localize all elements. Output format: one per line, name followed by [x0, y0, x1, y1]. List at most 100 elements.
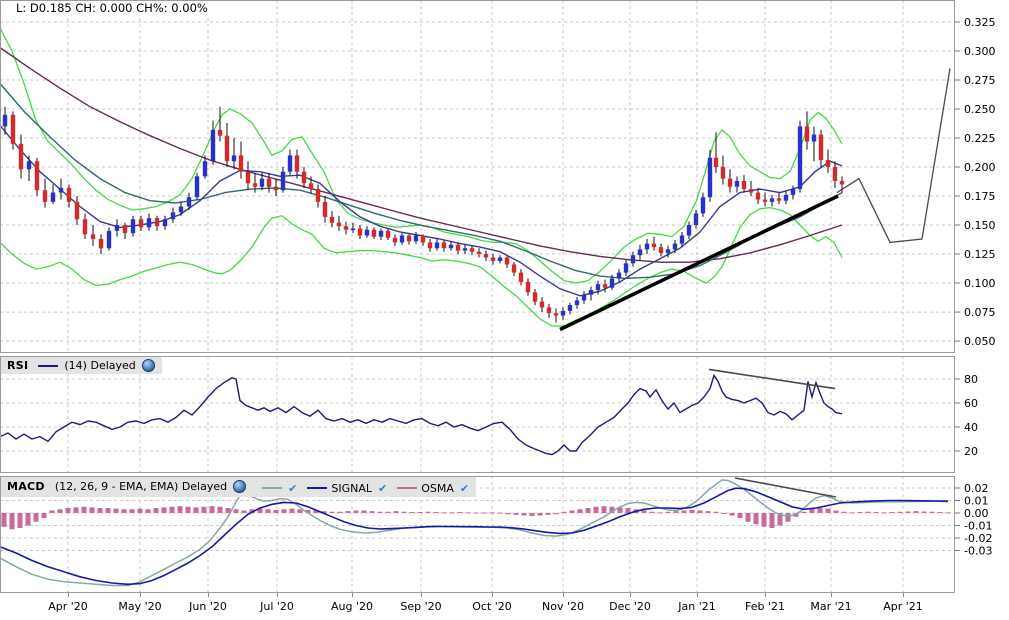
osma-bar [290, 509, 295, 513]
candle-up [187, 197, 191, 206]
rsi-line-swatch [38, 365, 58, 367]
osma-bar [578, 509, 583, 513]
osma-bar [10, 513, 15, 529]
osma-bar [202, 507, 207, 513]
osma-bar [98, 508, 103, 513]
osma-bar [626, 508, 631, 513]
y-axis-tick-label: -0.02 [964, 532, 992, 545]
price-panel: 0.3250.3000.2750.2500.2250.2000.1750.150… [0, 0, 1009, 353]
candle-up [589, 290, 593, 295]
candle-up [260, 179, 264, 187]
x-axis-label: Aug '20 [331, 600, 373, 613]
y-axis-tick-label: 0.300 [964, 45, 996, 58]
osma-bar [786, 513, 791, 522]
candle-down [19, 144, 23, 170]
candle-up [211, 130, 215, 161]
candle-up [701, 197, 705, 213]
candle-down [267, 179, 271, 187]
candle-down [43, 190, 47, 202]
y-axis-tick-label: 0.01 [964, 495, 989, 508]
candle-down [603, 284, 607, 287]
osma-bar [402, 512, 407, 513]
candle-up [171, 212, 175, 219]
rsi-header: RSI (14) Delayed [1, 357, 162, 374]
checkbox-checked-icon[interactable]: ✔ [288, 482, 297, 495]
macd-legend-item: ✔ [262, 482, 297, 495]
legend-line-swatch [397, 487, 417, 489]
osma-bar [338, 512, 343, 513]
rsi-params: (14) Delayed [64, 359, 135, 372]
osma-bar [642, 511, 647, 514]
osma-bar [538, 513, 543, 516]
x-axis-tick [492, 593, 493, 597]
y-axis-tick-label: 0.00 [964, 507, 989, 520]
candle-up [784, 195, 788, 201]
candle-down [316, 189, 320, 202]
candle-down [323, 202, 327, 217]
y-axis-tick-label: 60 [964, 397, 978, 410]
osma-bar [170, 507, 175, 513]
candle-down [218, 130, 222, 136]
osma-bar [362, 511, 367, 514]
candle-up [582, 295, 586, 301]
candle-up [400, 235, 404, 242]
osma-bar [898, 512, 903, 513]
osma-bar [234, 509, 239, 513]
candle-up [351, 229, 355, 231]
x-axis-tick [563, 593, 564, 597]
y-axis-tick-label: 0.275 [964, 74, 996, 87]
osma-bar [658, 512, 663, 513]
checkbox-checked-icon[interactable]: ✔ [460, 482, 469, 495]
candle-up [449, 245, 453, 248]
globe-icon [233, 480, 246, 493]
candle-down [302, 172, 306, 184]
x-axis-label: Jan '21 [678, 600, 715, 613]
macd-title: MACD [7, 480, 45, 493]
checkbox-checked-icon[interactable]: ✔ [378, 482, 387, 495]
candle-down [11, 115, 15, 144]
osma-bar [18, 513, 23, 528]
candle-up [770, 198, 774, 201]
candle-up [3, 115, 7, 127]
candle-down [358, 229, 362, 236]
osma-bar [498, 513, 503, 514]
y-axis-tick-label: -0.03 [964, 545, 992, 558]
candle-up [610, 278, 614, 287]
candle-down [421, 235, 425, 242]
candle-down [491, 258, 495, 261]
osma-bar [194, 507, 199, 513]
y-axis-tick-label: 0.100 [964, 277, 996, 290]
projection-line [837, 68, 950, 242]
osma-bar [130, 509, 135, 513]
candle-down [67, 188, 71, 202]
candle-down [749, 189, 753, 192]
y-axis-tick-label: 0.150 [964, 219, 996, 232]
candle-up [687, 225, 691, 235]
x-axis-label: Oct '20 [472, 600, 512, 613]
x-axis-label: Sep '20 [400, 600, 441, 613]
candle-down [83, 219, 87, 234]
candle-up [195, 176, 199, 197]
osma-bar [826, 509, 831, 513]
osma-bar [762, 513, 767, 527]
y-axis-tick-label: 0.200 [964, 161, 996, 174]
osma-bar [834, 511, 839, 514]
candle-up [281, 172, 285, 191]
osma-bar [330, 512, 335, 513]
candle-down [139, 219, 143, 227]
candle-down [805, 126, 809, 141]
osma-bar [242, 511, 247, 514]
osma-bar [674, 511, 679, 513]
osma-bar [554, 513, 559, 514]
osma-bar [666, 512, 671, 513]
candle-up [694, 213, 698, 225]
candle-up [798, 126, 802, 189]
osma-bar [434, 512, 439, 513]
osma-bar [858, 512, 863, 513]
y-axis-tick-label: -0.01 [964, 520, 992, 533]
candle-up [575, 300, 579, 305]
y-axis-tick-label: 0.250 [964, 103, 996, 116]
candle-down [819, 135, 823, 161]
osma-bar [938, 512, 943, 513]
candle-down [714, 158, 718, 167]
